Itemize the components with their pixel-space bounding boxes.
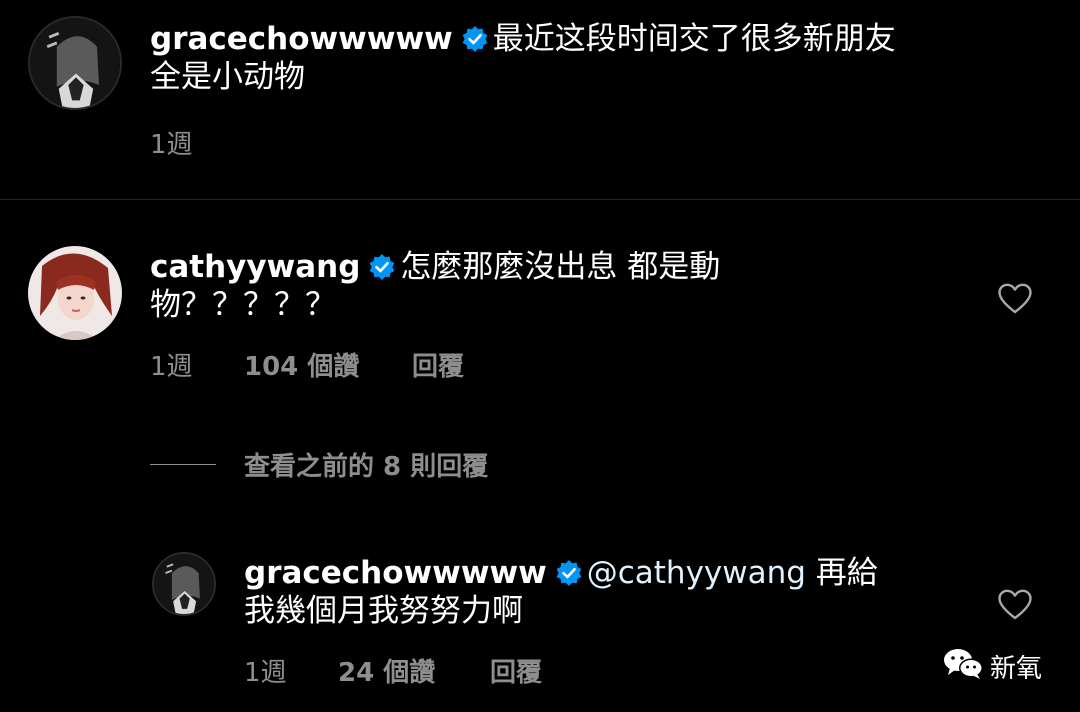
comment-text: gracechowwwww 最近这段时间交了很多新朋友 全是小动物 [150, 20, 896, 96]
timestamp: 1週 [150, 352, 193, 382]
username[interactable]: gracechowwwww [244, 555, 547, 591]
reply-button[interactable]: 回覆 [412, 346, 464, 383]
like-count[interactable]: 24 個讚 [338, 652, 435, 689]
comment-line-1: 最近这段时间交了很多新朋友 [492, 21, 896, 57]
comment-line-1: 怎麼那麼沒出息 都是動 [400, 249, 721, 285]
like-count[interactable]: 104 個讚 [244, 346, 359, 383]
avatar-photo [28, 246, 122, 340]
comment-meta: 1週 [150, 124, 450, 160]
comment-line-2: 全是小动物 [150, 59, 305, 95]
watermark-text: 新氧 [990, 654, 1043, 684]
reply-meta: 1週 24 個讚 回覆 [244, 652, 644, 688]
avatar-photo [154, 554, 214, 614]
avatar[interactable] [152, 552, 216, 616]
verified-badge-icon [370, 254, 395, 280]
verified-badge-icon [556, 560, 582, 586]
like-heart-icon[interactable] [998, 283, 1032, 315]
avatar[interactable] [28, 246, 122, 340]
view-replies-label[interactable]: 查看之前的 8 則回覆 [244, 446, 488, 483]
replies-divider-line [150, 464, 216, 465]
divider [0, 199, 1080, 200]
mention-link[interactable]: @cathyywang [587, 555, 806, 591]
comment-line-2: 物？？？？？ [150, 287, 336, 323]
comment-text: cathyywang 怎麼那麼沒出息 都是動 物？？？？？ [150, 248, 720, 324]
reply-line-2: 我幾個月我努努力啊 [244, 593, 523, 629]
avatar-photo [30, 18, 120, 108]
reply-line-1: 再給 [805, 555, 878, 591]
verified-badge-icon [462, 26, 488, 52]
comment-meta: 1週 104 個讚 回覆 [150, 346, 550, 382]
reply-button[interactable]: 回覆 [490, 652, 542, 689]
wechat-icon [944, 649, 983, 679]
username[interactable]: cathyywang [150, 249, 360, 285]
username[interactable]: gracechowwwww [150, 21, 453, 57]
timestamp: 1週 [244, 658, 287, 688]
like-heart-icon[interactable] [998, 589, 1032, 621]
avatar[interactable] [28, 16, 122, 110]
timestamp: 1週 [150, 130, 193, 160]
reply-text: gracechowwwww @cathyywang 再給 我幾個月我努努力啊 [244, 554, 878, 630]
